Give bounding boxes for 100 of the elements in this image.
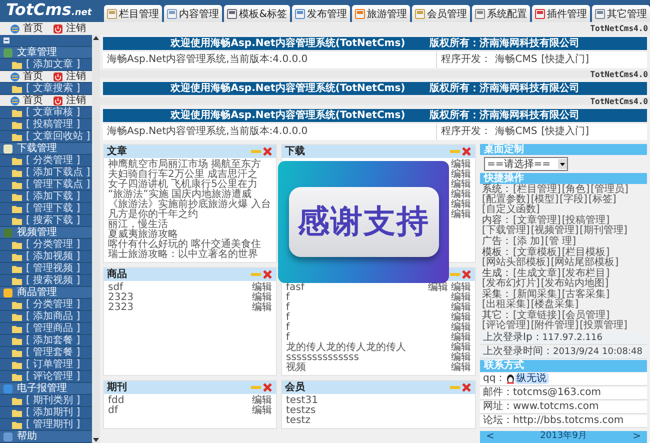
quick-link[interactable]: [投稿管理] xyxy=(562,216,610,226)
quick-link[interactable]: [自定义函数] xyxy=(482,205,540,216)
nav-tab[interactable]: 会员管理 xyxy=(412,5,470,22)
quick-link[interactable]: [评论管理] xyxy=(482,321,530,332)
edit-link[interactable]: 编辑 xyxy=(451,293,471,303)
item-title[interactable]: 喀什有什么好玩的 喀什交通美食住 xyxy=(108,240,262,250)
item-title[interactable]: fasf xyxy=(286,283,304,293)
item-title[interactable]: 夫妇骑自行车2万公里 成吉思汗之 xyxy=(108,170,258,180)
item-title[interactable]: f xyxy=(286,313,290,323)
nav-tab[interactable]: 栏目管理 xyxy=(104,5,162,22)
edit-link[interactable]: 编辑 xyxy=(451,170,471,180)
quick-link[interactable]: [下载管理] xyxy=(482,226,530,236)
item-title[interactable]: fdd xyxy=(108,396,124,406)
edit-link[interactable]: 编辑 xyxy=(451,303,471,313)
edit-link[interactable]: 编辑 xyxy=(451,200,471,210)
item-title[interactable]: 2323 xyxy=(108,303,134,313)
item-title[interactable]: f xyxy=(286,303,290,313)
edit-link[interactable]: 编辑 xyxy=(451,160,471,170)
logout-link[interactable]: 注销 xyxy=(53,22,86,34)
quick-link[interactable]: [管理员] xyxy=(590,185,628,196)
edit-link[interactable]: 编辑 xyxy=(451,333,471,343)
scroll-down-icon[interactable] xyxy=(93,437,99,443)
item-title[interactable]: 2323 xyxy=(108,293,134,303)
quick-link[interactable]: [古客采集] xyxy=(562,290,610,300)
nav-tab[interactable]: 其它管理 xyxy=(592,5,650,22)
quick-link[interactable]: [添 加] xyxy=(513,237,544,248)
nav-tab[interactable]: 系统配置 xyxy=(472,5,530,22)
edit-link[interactable]: 编辑 xyxy=(252,293,272,303)
item-title[interactable]: 女子四游讲机 飞机康行5公里在力 xyxy=(108,180,258,190)
quick-link[interactable]: [网站头部模板] xyxy=(482,258,550,268)
quick-link[interactable]: [发布站内地图] xyxy=(540,279,609,290)
next-month-button[interactable]: > xyxy=(632,431,641,442)
scrollbar[interactable] xyxy=(92,35,100,443)
item-title[interactable]: sdf xyxy=(108,283,124,293)
edit-link[interactable]: 编辑 xyxy=(451,190,471,200)
item-title[interactable]: f xyxy=(286,293,290,303)
quick-link[interactable]: [会员管理] xyxy=(562,311,610,322)
item-title[interactable]: “旅游法”实施 国庆内地旅游遭威 xyxy=(108,190,252,200)
quick-link[interactable]: [投票管理] xyxy=(580,321,628,332)
item-title[interactable]: 凡方是你的千年之约 xyxy=(108,210,198,220)
quick-link[interactable]: [视频管理] xyxy=(530,226,579,236)
item-title[interactable]: 夏威夷旅游攻略 xyxy=(108,230,178,240)
edit-link[interactable]: 编辑 xyxy=(451,363,471,373)
prev-month-button[interactable]: < xyxy=(486,431,494,442)
quick-link[interactable]: [发布幻灯片] xyxy=(482,279,540,290)
edit-link[interactable]: 编辑 xyxy=(252,303,272,313)
quick-start-link[interactable]: [快捷入门] xyxy=(541,126,590,138)
home-link[interactable]: 首页 xyxy=(10,22,43,34)
nav-tab[interactable]: 模板&标签 xyxy=(224,5,290,22)
power-icon xyxy=(53,96,63,106)
item-title[interactable]: 龙的传人龙的传人龙的传人 xyxy=(286,343,406,353)
quick-link[interactable]: [字段] xyxy=(560,195,588,206)
edit-link[interactable]: 编辑 xyxy=(252,283,272,293)
item-title[interactable]: f xyxy=(286,333,290,343)
quick-link[interactable]: [文章链接] xyxy=(513,311,561,322)
item-title[interactable]: df xyxy=(108,406,118,416)
quick-link[interactable]: [栏目管理] xyxy=(513,185,561,196)
item-title[interactable]: 《旅游法》实施前抄底旅游火爆 入台 xyxy=(108,200,272,210)
item-title[interactable]: 神鹰航空市局丽江市场 揭航至东方 xyxy=(108,160,262,170)
item-title[interactable]: ssssssssssssss xyxy=(286,353,359,363)
item-title[interactable]: 瑞士旅游攻略：以中立著名的世界 xyxy=(108,250,258,260)
quick-link[interactable]: [楼盘采集] xyxy=(530,300,579,310)
nav-tab[interactable]: 插件管理 xyxy=(532,5,590,22)
home-link[interactable]: 首页 xyxy=(10,70,43,82)
logout-link[interactable]: 注销 xyxy=(53,70,86,82)
nav-tab[interactable]: 内容管理 xyxy=(164,5,222,22)
edit-link[interactable]: 编辑 xyxy=(252,406,272,416)
quick-link[interactable]: [模型] xyxy=(530,195,559,206)
edit-link[interactable]: 编辑 xyxy=(451,210,471,220)
item-title[interactable]: 视频 xyxy=(286,363,306,373)
item-title[interactable]: testzs xyxy=(286,406,316,416)
edit-link[interactable]: 编辑 xyxy=(451,283,471,293)
edit-link[interactable]: 编辑 xyxy=(451,323,471,333)
edit-link[interactable]: 编辑 xyxy=(451,313,471,323)
edit-link[interactable]: 编辑 xyxy=(451,180,471,190)
item-title[interactable]: testz xyxy=(286,416,310,426)
nav-tab[interactable]: 发布管理 xyxy=(292,5,350,22)
quick-link[interactable]: [出租采集] xyxy=(482,300,530,310)
logout-link[interactable]: 注销 xyxy=(53,94,86,106)
quick-link[interactable]: [管 理] xyxy=(544,237,576,248)
home-link[interactable]: 首页 xyxy=(10,94,43,106)
quick-start-link[interactable]: [快捷入门] xyxy=(541,54,590,66)
sidebar-group[interactable]: 帮助 xyxy=(17,431,37,442)
edit-link[interactable]: 编辑 xyxy=(451,353,471,363)
edit-link[interactable]: 编辑 xyxy=(428,283,448,293)
quick-link[interactable]: [生成文章] xyxy=(513,269,561,280)
item-title[interactable]: f xyxy=(286,323,290,333)
quick-ops-label: 其它： xyxy=(482,311,512,322)
edit-link[interactable]: 编辑 xyxy=(451,343,471,353)
quick-link[interactable]: [文章管理] xyxy=(513,216,561,226)
qq-chat-link[interactable]: 纵无说 xyxy=(514,373,549,384)
nav-tab[interactable]: 旅游管理 xyxy=(352,5,410,22)
select-field[interactable]: ==请选择== xyxy=(484,157,568,171)
item-title[interactable]: test31 xyxy=(286,396,318,406)
quick-link[interactable]: [附件管理] xyxy=(530,321,579,332)
quick-link[interactable]: [标签] xyxy=(588,195,616,206)
edit-link[interactable]: 编辑 xyxy=(252,396,272,406)
quick-link[interactable]: [网站尾部模板] xyxy=(550,258,619,268)
item-title[interactable]: 丽江，慢生活 xyxy=(108,220,168,230)
quick-link[interactable]: [期刊管理] xyxy=(580,226,628,236)
